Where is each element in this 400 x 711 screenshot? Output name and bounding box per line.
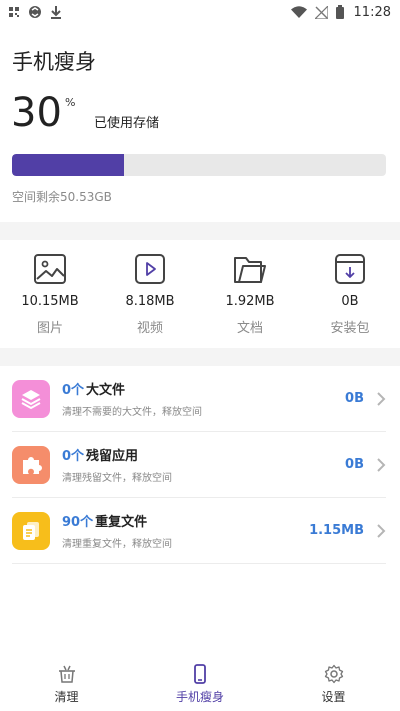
list-item-name: 重复文件 [95,515,148,530]
list-item-name: 残留应用 [86,449,139,464]
puzzle-icon [12,445,50,484]
category-name: 文档 [236,321,263,336]
list-item-description: 清理残留文件，释放空间 [62,473,172,484]
status-right: 11:28 [290,4,391,20]
storage-progress-bar [12,154,386,176]
battery-icon [335,5,344,19]
category-name: 安装包 [330,321,370,336]
list-item-title: 90个 重复文件 [62,511,309,530]
list-item-count: 0个 [62,383,85,398]
category-size: 0B [341,294,359,309]
section-divider [0,348,400,366]
list-item-size: 1.15MB [309,523,364,538]
nav-label: 设置 [321,690,346,704]
vpn-icon [29,6,41,18]
bottom-nav: 清理 手机瘦身 设置 [0,656,400,711]
category-images[interactable]: 10.15MB 图片 [0,240,100,348]
category-size: 8.18MB [125,294,175,309]
list-item-duplicate-files[interactable]: 90个 重复文件 清理重复文件，释放空间 1.15MB [12,498,386,564]
cleanup-list: 0个 大文件 清理不需要的大文件，释放空间 0B 0个 残留应用 清理残留文件，释放… [0,366,400,564]
wifi-icon [290,6,307,18]
category-packages[interactable]: 0B 安装包 [300,240,400,348]
list-item-description: 清理重复文件，释放空间 [62,539,172,550]
list-item-size: 0B [345,457,364,472]
chevron-right-icon [377,523,386,538]
chevron-right-icon [377,391,386,406]
category-name: 图片 [36,321,63,336]
list-item-text: 90个 重复文件 清理重复文件，释放空间 [62,511,309,550]
list-item-text: 0个 大文件 清理不需要的大文件，释放空间 [62,379,345,418]
nav-item-clean[interactable]: 清理 [0,656,133,711]
list-item-large-files[interactable]: 0个 大文件 清理不需要的大文件，释放空间 0B [12,366,386,432]
image-icon [33,252,67,286]
status-left [9,5,62,19]
nav-item-settings[interactable]: 设置 [267,656,400,711]
page-title: 手机瘦身 [12,50,96,74]
section-divider [0,222,400,240]
list-item-count: 90个 [62,515,94,530]
list-item-name: 大文件 [86,383,126,398]
nav-label: 手机瘦身 [175,690,224,704]
download-icon [51,6,61,19]
storage-remaining-text: 空间剩余50.53GB [12,190,112,204]
list-item-size: 0B [345,391,364,406]
nav-label: 清理 [54,690,79,704]
list-item-text: 0个 残留应用 清理残留文件，释放空间 [62,445,345,484]
chevron-right-icon [377,457,386,472]
gear-icon [324,664,343,684]
storage-percent-sign: % [65,96,76,109]
status-bar: 11:28 [0,0,400,24]
list-item-count: 0个 [62,449,85,464]
category-name: 视频 [136,321,163,336]
status-time: 11:28 [353,4,391,20]
list-item-residual-apps[interactable]: 0个 残留应用 清理残留文件，释放空间 0B [12,432,386,498]
category-size: 1.92MB [225,294,275,309]
nav-item-slim[interactable]: 手机瘦身 [133,656,267,711]
basket-icon [58,665,75,683]
video-icon [133,252,167,286]
storage-progress-fill [12,154,125,176]
phone-icon [194,664,206,684]
list-item-description: 清理不需要的大文件，释放空间 [62,407,202,418]
grid-icon [9,6,19,17]
folder-icon [233,252,267,286]
layers-icon [12,379,50,418]
list-item-title: 0个 残留应用 [62,445,345,464]
no-signal-icon [314,5,328,19]
list-item-title: 0个 大文件 [62,379,345,398]
category-documents[interactable]: 1.92MB 文档 [200,240,300,348]
storage-percent-value: 30 [11,90,62,136]
files-icon [12,511,50,550]
storage-used-label: 已使用存储 [94,116,160,131]
package-icon [333,252,367,286]
category-videos[interactable]: 8.18MB 视频 [100,240,200,348]
category-grid: 10.15MB 图片 8.18MB 视频 1.92MB 文档 0B 安装包 [0,240,400,348]
category-size: 10.15MB [21,294,79,309]
